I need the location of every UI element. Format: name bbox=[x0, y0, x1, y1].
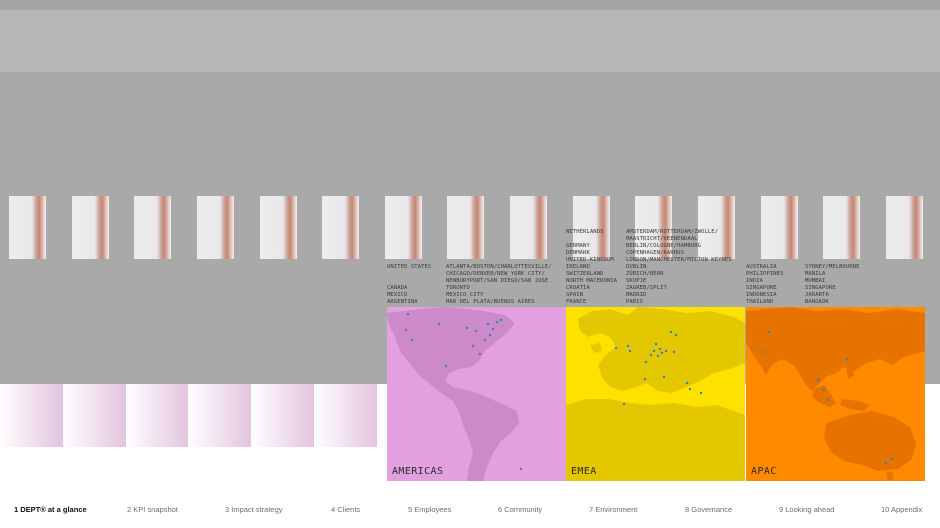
emea-label: EMEA bbox=[571, 466, 597, 477]
decorative-tile bbox=[72, 196, 109, 259]
chapter-navigation: 1 DEPT® at a glance 2 KPI snapshot 3 Imp… bbox=[0, 500, 940, 522]
office-dot bbox=[890, 457, 894, 461]
apac-label: APAC bbox=[751, 466, 777, 477]
nav-item-impact-strategy[interactable]: 3 Impact strategy bbox=[225, 505, 283, 514]
office-dot bbox=[816, 378, 820, 382]
office-dot bbox=[628, 349, 632, 353]
office-dot bbox=[406, 312, 410, 316]
emea-office-dots bbox=[614, 330, 703, 406]
emea-cities: AMSTERDAM/ROTTERDAM/ZWOLLE/ MAASTRICHT/V… bbox=[626, 229, 732, 305]
office-dot bbox=[644, 360, 648, 364]
office-dot bbox=[437, 322, 441, 326]
decorative-tile bbox=[761, 196, 798, 259]
emea-map: EMEA bbox=[566, 307, 745, 481]
office-dot bbox=[688, 387, 692, 391]
office-dot bbox=[826, 398, 830, 402]
office-dot bbox=[471, 344, 475, 348]
decorative-tiles-row bbox=[0, 196, 940, 260]
office-dot bbox=[822, 388, 826, 392]
office-dot bbox=[664, 349, 668, 353]
office-dot bbox=[669, 330, 673, 334]
gradient-cell bbox=[251, 384, 314, 447]
nav-item-community[interactable]: 6 Community bbox=[498, 505, 542, 514]
emea-countries: NETHERLANDS GERMANY DENMARK UNITED KINGD… bbox=[566, 229, 618, 305]
office-dot bbox=[662, 375, 666, 379]
nav-item-kpi-snapshot[interactable]: 2 KPI snapshot bbox=[127, 505, 178, 514]
americas-countries: UNITED STATES CANADA MEXICO ARGENTINA bbox=[387, 264, 432, 305]
apac-map: APAC bbox=[746, 307, 925, 481]
gradient-cell bbox=[125, 384, 189, 447]
office-dot bbox=[658, 347, 662, 351]
americas-label: AMERICAS bbox=[392, 466, 444, 477]
office-dot bbox=[486, 322, 490, 326]
gradient-cell bbox=[0, 384, 63, 447]
office-dot bbox=[652, 349, 656, 353]
apac-office-dots bbox=[761, 330, 894, 465]
apac-cities: SYDNEY/MELBOURNE MANILA MUMBAI SINGAPORE… bbox=[805, 264, 860, 305]
office-dot bbox=[495, 320, 499, 324]
decorative-tile bbox=[260, 196, 297, 259]
decorative-tile bbox=[322, 196, 359, 259]
decorative-tile bbox=[9, 196, 46, 259]
office-dot bbox=[643, 377, 647, 381]
office-dot bbox=[478, 352, 482, 356]
header-band bbox=[0, 10, 940, 72]
office-dot bbox=[845, 357, 849, 361]
office-dot bbox=[685, 381, 689, 385]
apac-countries: AUSTRALIA PHILIPPINES INDIA SINGAPORE IN… bbox=[746, 264, 784, 305]
nav-item-environment[interactable]: 7 Environment bbox=[589, 505, 637, 514]
office-dot bbox=[761, 350, 765, 354]
office-dot bbox=[622, 402, 626, 406]
gradient-cell bbox=[62, 384, 126, 447]
decorative-tile bbox=[385, 196, 422, 259]
office-dot bbox=[519, 467, 523, 471]
office-dot bbox=[654, 342, 658, 346]
office-dot bbox=[491, 327, 495, 331]
office-dot bbox=[626, 344, 630, 348]
office-dot bbox=[699, 391, 703, 395]
decorative-tile bbox=[134, 196, 171, 259]
americas-office-dots bbox=[404, 312, 523, 471]
gradient-strip bbox=[0, 384, 386, 447]
office-dot bbox=[465, 326, 469, 330]
decorative-tile bbox=[197, 196, 234, 259]
office-dot bbox=[483, 338, 487, 342]
office-dot bbox=[488, 333, 492, 337]
office-dot bbox=[656, 354, 660, 358]
nav-item-clients[interactable]: 4 Clients bbox=[331, 505, 360, 514]
office-dot bbox=[499, 318, 503, 322]
office-dot bbox=[614, 346, 618, 350]
decorative-tile bbox=[886, 196, 923, 259]
nav-item-dept-at-a-glance[interactable]: 1 DEPT® at a glance bbox=[14, 505, 87, 514]
office-dot bbox=[649, 353, 653, 357]
nav-item-looking-ahead[interactable]: 9 Looking ahead bbox=[779, 505, 834, 514]
nav-item-governance[interactable]: 8 Governance bbox=[685, 505, 732, 514]
office-dot bbox=[410, 338, 414, 342]
office-dot bbox=[767, 330, 771, 334]
americas-cities: ATLANTA/BOSTON/CHARLOTTESVILLE/ CHICAGO/… bbox=[446, 264, 552, 305]
office-dot bbox=[474, 329, 478, 333]
office-dot bbox=[660, 351, 664, 355]
office-dot bbox=[674, 333, 678, 337]
decorative-tile bbox=[510, 196, 547, 259]
gradient-cell bbox=[313, 384, 377, 447]
nav-item-appendix[interactable]: 10 Appendix bbox=[881, 505, 922, 514]
decorative-tile bbox=[823, 196, 860, 259]
decorative-tile bbox=[447, 196, 484, 259]
nav-item-employees[interactable]: 5 Employees bbox=[408, 505, 451, 514]
top-band bbox=[0, 0, 940, 10]
office-dot bbox=[404, 328, 408, 332]
office-dot bbox=[672, 350, 676, 354]
americas-map: AMERICAS bbox=[387, 307, 566, 481]
gradient-cell bbox=[188, 384, 252, 447]
office-dot bbox=[444, 364, 448, 368]
office-dot bbox=[884, 461, 888, 465]
